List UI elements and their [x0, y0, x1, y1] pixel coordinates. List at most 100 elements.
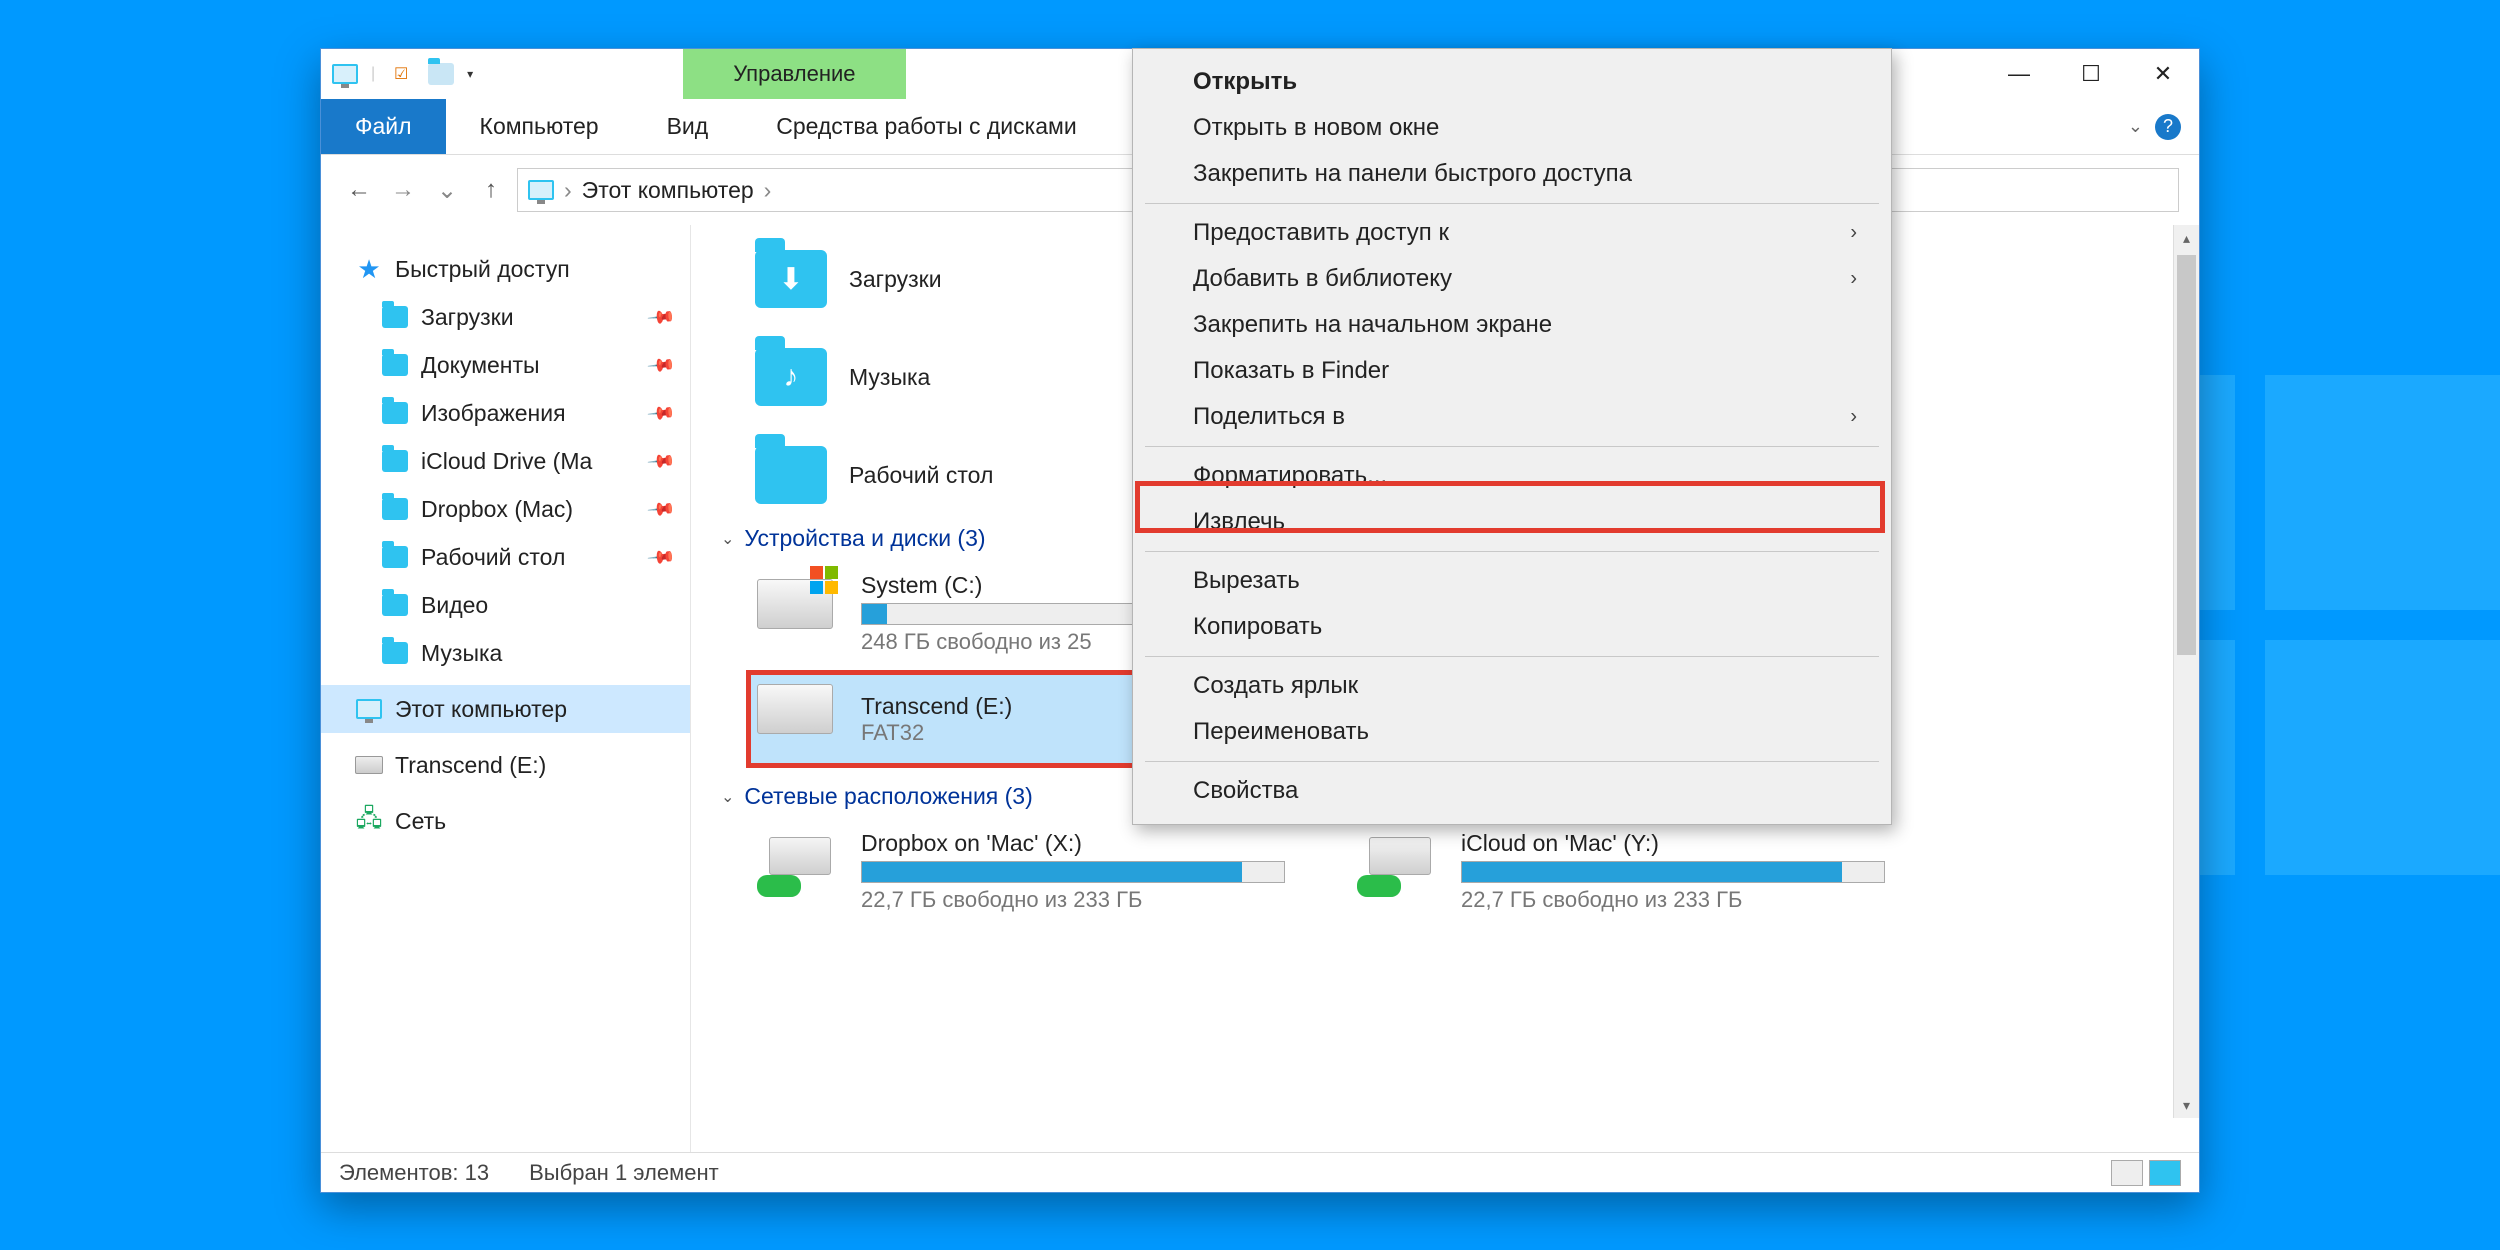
sidebar-item-icloud[interactable]: iCloud Drive (Ma 📌 — [321, 437, 690, 485]
up-button[interactable]: ↑ — [473, 172, 509, 208]
navigation-pane: ★ Быстрый доступ Загрузки📌 Документы 📌 Изо… — [321, 225, 691, 1152]
breadcrumb-root[interactable]: Этот компьютер — [582, 177, 754, 204]
tab-view[interactable]: Вид — [633, 99, 743, 154]
cm-share-access[interactable]: Предоставить доступ к › — [1137, 210, 1887, 256]
cm-create-shortcut[interactable]: Создать ярлык — [1137, 663, 1887, 709]
cm-label: Предоставить доступ к — [1193, 219, 1449, 246]
tab-file[interactable]: Файл — [321, 99, 446, 154]
sidebar-item-documents[interactable]: Документы 📌 — [321, 341, 690, 389]
sidebar-item-pictures[interactable]: Изображения📌 — [321, 389, 690, 437]
qat-separator: | — [371, 65, 375, 83]
chevron-right-icon: › — [564, 177, 572, 204]
drive-icon — [355, 751, 383, 779]
pin-icon: 📌 — [645, 494, 676, 524]
sidebar-quick-access[interactable]: ★ Быстрый доступ — [321, 245, 690, 293]
sidebar-item-label: Рабочий стол — [421, 544, 565, 571]
close-button[interactable]: ✕ — [2127, 49, 2199, 99]
drive-tile-icloud[interactable]: iCloud on 'Mac' (Y:) 22,7 ГБ свободно из… — [1351, 824, 1891, 919]
drive-name: Transcend (E:) — [861, 693, 1153, 720]
chevron-down-icon: ⌄ — [721, 529, 734, 549]
chevron-right-icon[interactable]: › — [764, 177, 772, 204]
scrollbar-thumb[interactable] — [2177, 255, 2196, 655]
pc-icon — [355, 695, 383, 723]
properties-icon[interactable]: ☑ — [387, 60, 415, 88]
sidebar-item-downloads[interactable]: Загрузки📌 — [321, 293, 690, 341]
drive-tile-transcend[interactable]: Transcend (E:) FAT32 — [751, 675, 1159, 763]
section-label: Сетевые расположения (3) — [744, 783, 1032, 810]
pin-icon: 📌 — [645, 542, 676, 572]
drive-subtext: 22,7 ГБ свободно из 233 ГБ — [1461, 887, 1885, 913]
music-icon: ♪ — [755, 348, 827, 406]
help-icon[interactable]: ? — [2155, 114, 2181, 140]
new-folder-icon[interactable] — [427, 60, 455, 88]
ribbon-collapse-icon[interactable]: ⌄ — [2128, 116, 2143, 137]
cm-eject[interactable]: Извлечь — [1137, 499, 1887, 545]
sidebar-item-label: iCloud Drive (Ma — [421, 448, 592, 475]
sidebar-item-dropbox[interactable]: Dropbox (Mac)📌 — [321, 485, 690, 533]
cm-copy[interactable]: Копировать — [1137, 604, 1887, 650]
minimize-button[interactable]: — — [1983, 49, 2055, 99]
context-tab-manage[interactable]: Управление — [683, 49, 905, 99]
cm-rename[interactable]: Переименовать — [1137, 709, 1887, 755]
status-bar: Элементов: 13 Выбран 1 элемент — [321, 1152, 2199, 1192]
recent-dropdown-icon[interactable]: ⌄ — [429, 172, 465, 208]
vertical-scrollbar[interactable]: ▴ ▾ — [2173, 225, 2199, 1118]
cm-label: Поделиться в — [1193, 403, 1345, 430]
cm-label: Добавить в библиотеку — [1193, 265, 1452, 292]
cm-properties[interactable]: Свойства — [1137, 768, 1887, 814]
sidebar-item-label: Документы — [421, 352, 540, 379]
forward-button[interactable]: → — [385, 172, 421, 208]
folder-icon — [381, 591, 409, 619]
folder-icon — [381, 303, 409, 331]
folder-icon — [381, 399, 409, 427]
folder-icon — [381, 447, 409, 475]
drive-subtext: 22,7 ГБ свободно из 233 ГБ — [861, 887, 1285, 913]
sidebar-item-label: Сеть — [395, 808, 446, 835]
view-details-button[interactable] — [2111, 1160, 2143, 1186]
chevron-right-icon: › — [1850, 222, 1857, 245]
chevron-right-icon: › — [1850, 406, 1857, 429]
sidebar-network[interactable]: 🖧 Сеть — [321, 797, 690, 845]
capacity-bar — [1461, 861, 1885, 883]
chevron-right-icon: › — [1850, 268, 1857, 291]
context-menu: Открыть Открыть в новом окне Закрепить н… — [1132, 48, 1892, 825]
cm-open[interactable]: Открыть — [1137, 59, 1887, 105]
scroll-down-icon[interactable]: ▾ — [2174, 1092, 2199, 1118]
maximize-button[interactable]: ☐ — [2055, 49, 2127, 99]
tab-drive-tools[interactable]: Средства работы с дисками — [742, 99, 1110, 154]
drive-tile-dropbox[interactable]: Dropbox on 'Mac' (X:) 22,7 ГБ свободно и… — [751, 824, 1291, 919]
cm-separator — [1145, 203, 1879, 204]
status-selected: Выбран 1 элемент — [529, 1160, 719, 1186]
sidebar-item-label: Быстрый доступ — [395, 256, 570, 283]
tile-label: Загрузки — [849, 266, 942, 293]
tile-label: Музыка — [849, 364, 930, 391]
scroll-up-icon[interactable]: ▴ — [2174, 225, 2199, 251]
cm-separator — [1145, 446, 1879, 447]
drive-name: Dropbox on 'Mac' (X:) — [861, 830, 1285, 857]
pin-icon: 📌 — [645, 302, 676, 332]
sidebar-item-video[interactable]: Видео — [321, 581, 690, 629]
cm-pin-quick-access[interactable]: Закрепить на панели быстрого доступа — [1137, 151, 1887, 197]
cm-format[interactable]: Форматировать... — [1137, 453, 1887, 499]
qat-dropdown-icon[interactable]: ▾ — [467, 67, 473, 81]
cm-add-library[interactable]: Добавить в библиотеку › — [1137, 256, 1887, 302]
pin-icon: 📌 — [645, 350, 676, 380]
download-icon: ⬇ — [755, 250, 827, 308]
network-icon: 🖧 — [355, 807, 383, 835]
pin-icon: 📌 — [645, 446, 676, 476]
sidebar-item-music[interactable]: Музыка — [321, 629, 690, 677]
sidebar-item-desktop[interactable]: Рабочий стол 📌 — [321, 533, 690, 581]
sidebar-this-pc[interactable]: Этот компьютер — [321, 685, 690, 733]
cm-open-new-window[interactable]: Открыть в новом окне — [1137, 105, 1887, 151]
cm-share[interactable]: Поделиться в › — [1137, 394, 1887, 440]
view-tiles-button[interactable] — [2149, 1160, 2181, 1186]
sidebar-item-label: Этот компьютер — [395, 696, 567, 723]
cm-pin-start[interactable]: Закрепить на начальном экране — [1137, 302, 1887, 348]
star-icon: ★ — [355, 255, 383, 283]
folder-icon — [381, 495, 409, 523]
back-button[interactable]: ← — [341, 172, 377, 208]
sidebar-transcend[interactable]: Transcend (E:) — [321, 741, 690, 789]
tab-computer[interactable]: Компьютер — [446, 99, 633, 154]
cm-show-finder[interactable]: Показать в Finder — [1137, 348, 1887, 394]
cm-cut[interactable]: Вырезать — [1137, 558, 1887, 604]
